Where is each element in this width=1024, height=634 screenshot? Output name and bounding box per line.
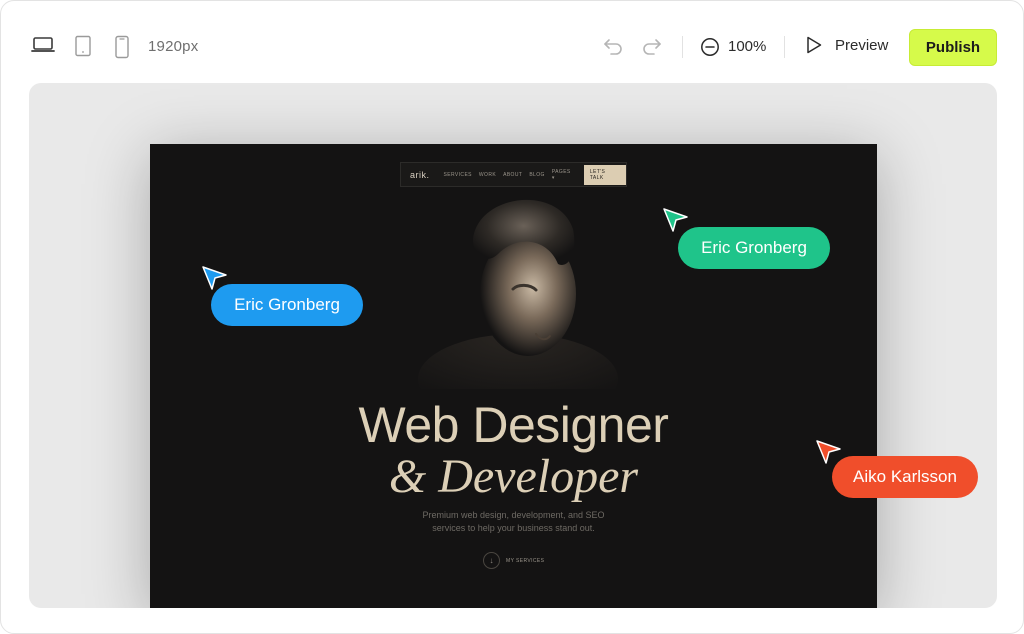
laptop-icon[interactable] (31, 35, 55, 55)
toolbar-divider (784, 36, 785, 58)
zoom-level[interactable]: 100% (728, 38, 766, 55)
site-nav-services[interactable]: SERVICES (444, 172, 472, 178)
my-services-label: MY SERVICES (506, 557, 545, 564)
phone-icon[interactable] (113, 35, 131, 59)
site-nav-work[interactable]: WORK (479, 172, 496, 178)
collaborator-tag: Eric Gronberg (211, 284, 363, 326)
canvas-width-label: 1920px (148, 38, 199, 55)
site-nav-about[interactable]: ABOUT (503, 172, 522, 178)
website-preview[interactable]: arik. SERVICES WORK ABOUT BLOG PAGES ▾ L… (150, 144, 877, 608)
redo-icon (643, 39, 661, 55)
tablet-icon[interactable] (74, 35, 92, 57)
play-icon (807, 36, 822, 54)
lets-talk-button[interactable]: LET'S TALK (583, 164, 626, 185)
undo-icon (604, 39, 622, 55)
hero-description-line: services to help your business stand out… (432, 523, 595, 533)
toolbar: 1920px 100% Preview Publish (1, 1, 1024, 83)
preview-button[interactable]: Preview (805, 35, 888, 55)
site-nav-pages[interactable]: PAGES ▾ (552, 169, 575, 181)
design-canvas[interactable]: arik. SERVICES WORK ABOUT BLOG PAGES ▾ L… (29, 83, 997, 608)
zoom-out-icon (701, 38, 719, 56)
site-logo[interactable]: arik. (410, 170, 430, 180)
collaborator-tag: Eric Gronberg (678, 227, 830, 269)
hero-subtitle: & Developer (388, 450, 639, 503)
my-services-link[interactable]: ↓ MY SERVICES (483, 552, 544, 569)
undo-button[interactable] (602, 37, 624, 57)
hero-portrait (418, 199, 618, 389)
preview-label: Preview (835, 36, 889, 54)
site-nav-blog[interactable]: BLOG (529, 172, 545, 178)
collaborator-tag: Aiko Karlsson (832, 456, 978, 498)
publish-button[interactable]: Publish (909, 29, 997, 66)
toolbar-divider (682, 36, 683, 58)
hero-description: Premium web design, development, and SEO… (400, 509, 627, 535)
arrow-down-icon: ↓ (483, 552, 500, 569)
hero-title: Web Designer (358, 397, 669, 453)
hero-description-line: Premium web design, development, and SEO (422, 510, 605, 520)
editor-window: 1920px 100% Preview Publish arik. SERVIC… (0, 0, 1024, 634)
zoom-out-button[interactable] (700, 37, 720, 57)
redo-button[interactable] (641, 37, 663, 57)
